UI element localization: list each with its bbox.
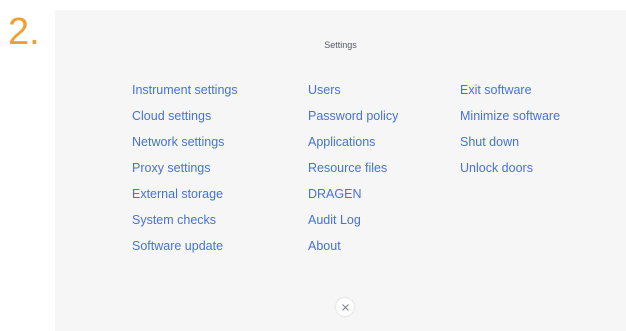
menu-item-exit-software[interactable]: Exit software	[460, 82, 560, 108]
menu-item-network-settings[interactable]: Network settings	[132, 134, 238, 160]
menu-item-instrument-settings[interactable]: Instrument settings	[132, 82, 238, 108]
menu-item-external-storage[interactable]: External storage	[132, 186, 238, 212]
menu-item-users[interactable]: Users	[308, 82, 398, 108]
menu-item-proxy-settings[interactable]: Proxy settings	[132, 160, 238, 186]
menu-item-audit-log[interactable]: Audit Log	[308, 212, 398, 238]
menu-item-cloud-settings[interactable]: Cloud settings	[132, 108, 238, 134]
panel-title: Settings	[324, 40, 357, 50]
menu-item-about[interactable]: About	[308, 238, 398, 264]
menu-item-minimize-software[interactable]: Minimize software	[460, 108, 560, 134]
menu-item-dragen[interactable]: DRAGEN	[308, 186, 398, 212]
step-number-label: 2.	[8, 11, 40, 53]
menu-item-password-policy[interactable]: Password policy	[308, 108, 398, 134]
settings-panel: Settings Instrument settings Cloud setti…	[55, 10, 626, 331]
settings-column-management: Users Password policy Applications Resou…	[308, 82, 398, 264]
settings-column-power: Exit software Minimize software Shut dow…	[460, 82, 560, 186]
close-icon	[341, 303, 349, 311]
menu-item-applications[interactable]: Applications	[308, 134, 398, 160]
menu-item-shut-down[interactable]: Shut down	[460, 134, 560, 160]
menu-item-unlock-doors[interactable]: Unlock doors	[460, 160, 560, 186]
menu-item-software-update[interactable]: Software update	[132, 238, 238, 264]
close-button[interactable]	[336, 298, 354, 316]
menu-item-system-checks[interactable]: System checks	[132, 212, 238, 238]
menu-item-resource-files[interactable]: Resource files	[308, 160, 398, 186]
settings-column-system: Instrument settings Cloud settings Netwo…	[132, 82, 238, 264]
